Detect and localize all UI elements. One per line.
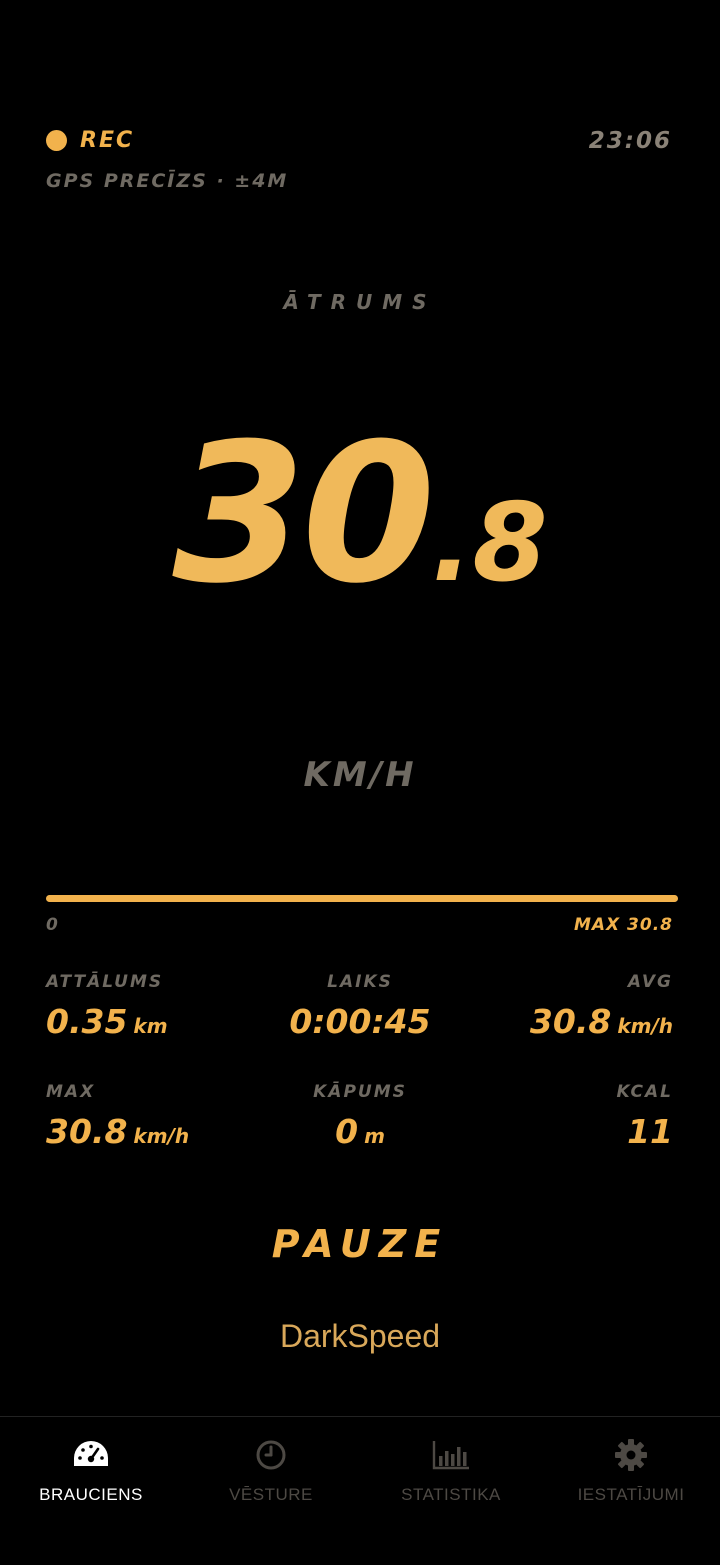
stat-unit: km/h <box>133 1124 190 1148</box>
tab-vesture[interactable]: VĒSTURE <box>181 1437 361 1505</box>
stat-value: 11 <box>627 1112 673 1151</box>
tab-statistika[interactable]: STATISTIKA <box>361 1437 541 1505</box>
speed-readout: 30.8 <box>0 410 720 620</box>
stat-label: AVG <box>627 972 673 992</box>
tab-label: VĒSTURE <box>229 1485 313 1504</box>
stat-unit: m <box>364 1124 385 1148</box>
speed-decimal: .8 <box>431 481 548 606</box>
bottom-tab-bar: BRAUCIENS VĒSTURE STATISTIKA IESTATĪJUMI <box>0 1416 720 1565</box>
stat-value: 30.8 <box>529 1002 612 1041</box>
recording-dot-icon <box>46 130 67 151</box>
clock-icon <box>256 1440 286 1470</box>
stat-kcal: KCAL 11 <box>433 1082 673 1151</box>
speed-integer: 30 <box>172 403 435 626</box>
stat-value: 0 <box>335 1112 359 1151</box>
speed-unit: KM/H <box>303 755 417 795</box>
clock: 23:06 <box>588 128 672 154</box>
brand-name: DarkSpeed <box>279 1318 441 1354</box>
tab-label: STATISTIKA <box>401 1485 501 1504</box>
stat-value: 0:00:45 <box>289 1002 431 1041</box>
stat-value: 0.35 <box>46 1002 128 1041</box>
stat-unit: km/h <box>617 1014 673 1038</box>
gps-accuracy: GPS PRECĪZS · ±4M <box>46 170 289 192</box>
speed-label: ĀTRUMS <box>283 290 437 314</box>
tab-label: BRAUCIENS <box>39 1485 143 1504</box>
speed-bar-fill <box>46 895 678 902</box>
tab-iestatijumi[interactable]: IESTATĪJUMI <box>541 1437 720 1505</box>
tab-label: IESTATĪJUMI <box>577 1485 685 1504</box>
gear-icon <box>615 1439 647 1471</box>
speed-bar-min: 0 <box>46 915 58 935</box>
stat-value: 30.8 <box>46 1112 128 1151</box>
pause-button[interactable]: PAUZE <box>0 1222 720 1266</box>
stat-avg: AVG 30.8 km/h <box>433 972 673 1041</box>
ride-screen: REC 23:06 GPS PRECĪZS · ±4M ĀTRUMS 30.8 … <box>0 0 720 1565</box>
tab-brauciens[interactable]: BRAUCIENS <box>1 1437 181 1505</box>
status-row: REC 23:06 <box>46 128 672 156</box>
speed-bar-max: MAX 30.8 <box>573 915 673 935</box>
bar-chart-icon <box>432 1441 469 1470</box>
speed-bar <box>46 895 678 902</box>
stat-unit: km <box>133 1014 168 1038</box>
rec-label: REC <box>80 128 135 153</box>
speedometer-icon <box>74 1441 108 1466</box>
stat-label: KCAL <box>616 1082 673 1102</box>
